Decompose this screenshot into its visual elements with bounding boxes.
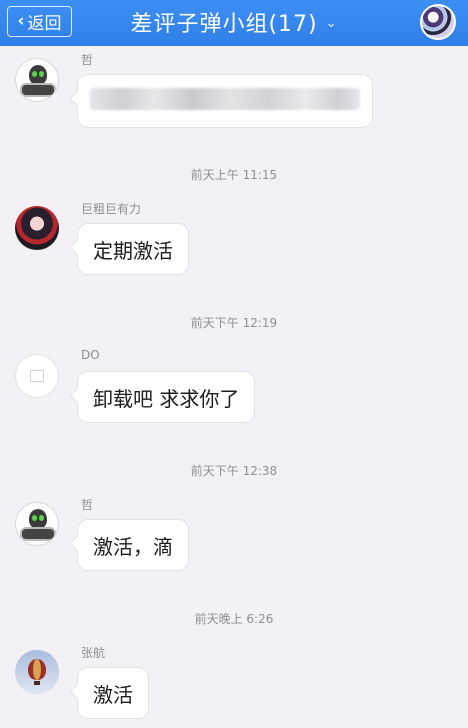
message-bubble[interactable]: 卸载吧 求求你了 bbox=[77, 371, 256, 423]
group-title[interactable]: 差评子弹小组(17) ⌄ bbox=[0, 6, 468, 38]
anime-avatar-icon[interactable] bbox=[15, 206, 59, 250]
balloon-avatar-icon[interactable] bbox=[15, 650, 59, 694]
sender-name: 张航 bbox=[81, 646, 106, 660]
message-item: 张航 激活 bbox=[0, 643, 468, 725]
sender-name: DO bbox=[81, 348, 100, 362]
timestamp: 前天上午 11:15 bbox=[190, 168, 278, 182]
message-item: 巨粗巨有力 定期激活 bbox=[0, 199, 468, 279]
redacted-text bbox=[90, 88, 360, 110]
alien-avatar-icon[interactable] bbox=[15, 58, 59, 102]
timestamp: 前天下午 12:38 bbox=[190, 464, 278, 478]
placeholder-avatar-icon[interactable] bbox=[15, 354, 59, 398]
message-text: 定期激活 bbox=[93, 238, 173, 263]
chevron-down-icon: ⌄ bbox=[325, 16, 338, 31]
message-item: 哲 激活，滴 bbox=[0, 495, 468, 575]
sender-name: 哲 bbox=[81, 498, 94, 512]
alien-avatar-icon[interactable] bbox=[15, 502, 59, 546]
chat-header: ‹ 返回 差评子弹小组(17) ⌄ bbox=[0, 0, 468, 46]
message-text: 激活 bbox=[93, 682, 133, 707]
message-item: DO 卸载吧 求求你了 bbox=[0, 347, 468, 427]
message-item: 哲 bbox=[0, 50, 468, 132]
group-name: 差评子弹小组(17) bbox=[130, 12, 318, 37]
message-bubble[interactable]: 激活，滴 bbox=[77, 519, 189, 571]
timestamp: 前天下午 12:19 bbox=[190, 316, 278, 330]
message-bubble[interactable] bbox=[77, 74, 373, 128]
message-text: 激活，滴 bbox=[93, 534, 173, 559]
sender-name: 巨粗巨有力 bbox=[81, 202, 142, 216]
message-bubble[interactable]: 定期激活 bbox=[77, 223, 189, 275]
timestamp: 前天晚上 6:26 bbox=[194, 612, 274, 626]
message-bubble[interactable]: 激活 bbox=[77, 667, 149, 719]
sender-name: 哲 bbox=[81, 53, 94, 67]
group-avatar[interactable] bbox=[420, 4, 456, 40]
message-text: 卸载吧 求求你了 bbox=[93, 386, 240, 411]
